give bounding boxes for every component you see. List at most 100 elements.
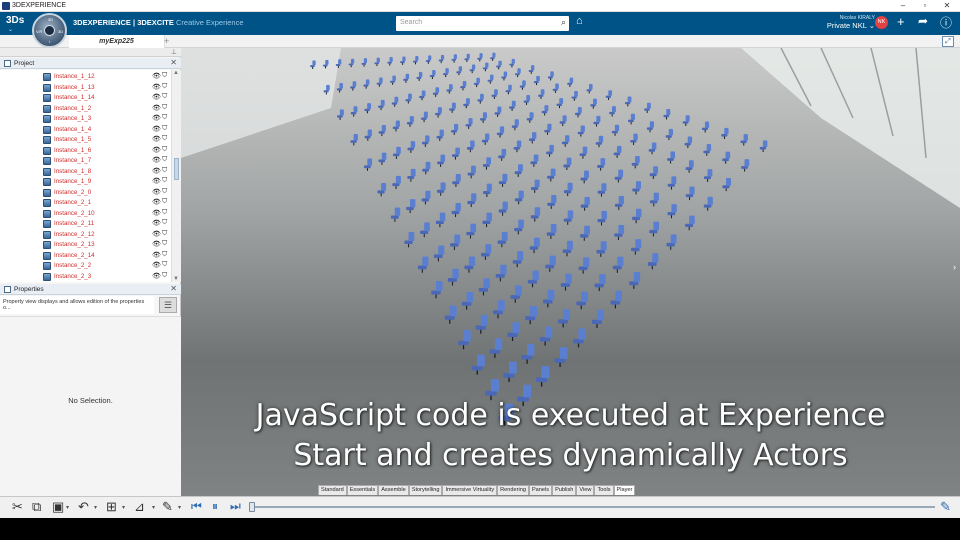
cart-icon[interactable]: ⛉ — [162, 198, 167, 206]
visibility-eye-icon[interactable]: 👁 — [152, 198, 161, 206]
tree-item[interactable]: Instance_1_7 👁 ⛉ — [0, 156, 171, 167]
tree-item[interactable]: Instance_1_9 👁 ⛉ — [0, 177, 171, 188]
close-icon[interactable]: ✕ — [170, 58, 177, 67]
tree-item[interactable]: Instance_2_12 👁 ⛉ — [0, 230, 171, 241]
cart-icon[interactable]: ⛉ — [162, 272, 167, 280]
workbench-tab[interactable]: Player — [613, 485, 636, 495]
cart-icon[interactable]: ⛉ — [162, 83, 167, 91]
tree-item[interactable]: Instance_2_11 👁 ⛉ — [0, 219, 171, 230]
properties-menu-icon[interactable]: ☰ — [159, 297, 177, 313]
user-menu[interactable]: Nicolas KIRALY Private NKL ⌄ — [810, 15, 875, 30]
visibility-eye-icon[interactable]: 👁 — [152, 93, 161, 101]
cart-icon[interactable]: ⛉ — [162, 135, 167, 143]
cart-icon[interactable]: ⛉ — [162, 146, 167, 154]
tree-item[interactable]: Instance_1_6 👁 ⛉ — [0, 146, 171, 157]
workbench-tab[interactable]: Tools — [594, 485, 614, 495]
workbench-tab[interactable]: Standard — [318, 485, 347, 495]
tree-item[interactable]: Instance_1_12 👁 ⛉ — [0, 72, 171, 83]
add-icon[interactable]: + — [897, 14, 905, 29]
tag-icon[interactable]: ⌂ — [576, 15, 583, 27]
cart-icon[interactable]: ⛉ — [162, 167, 167, 175]
tab-myexp[interactable]: myExp225 — [69, 35, 165, 48]
cart-icon[interactable]: ⛉ — [162, 209, 167, 217]
tree-item[interactable]: Instance_2_2 👁 ⛉ — [0, 261, 171, 272]
tree-scrollbar[interactable]: ▲ ▼ — [171, 70, 181, 282]
visibility-eye-icon[interactable]: 👁 — [152, 167, 161, 175]
avatar[interactable]: NK — [875, 16, 888, 29]
workbench-tab[interactable]: Essentials — [346, 485, 379, 495]
help-icon[interactable]: ⓘ — [940, 14, 952, 31]
visibility-eye-icon[interactable]: 👁 — [152, 114, 161, 122]
tree-item[interactable]: Instance_2_10 👁 ⛉ — [0, 209, 171, 220]
cart-icon[interactable]: ⛉ — [162, 104, 167, 112]
copy-icon[interactable]: ⧉ — [32, 499, 41, 515]
workbench-tab[interactable]: Rendering — [497, 485, 529, 495]
fast-forward-icon[interactable]: ⏭ — [230, 499, 241, 514]
maximize-button[interactable]: ▫ — [915, 0, 935, 12]
visibility-eye-icon[interactable]: 👁 — [152, 261, 161, 269]
pin-icon[interactable]: ⊥ — [171, 48, 177, 56]
timeline-slider[interactable] — [249, 502, 255, 512]
minimize-button[interactable]: – — [893, 0, 913, 12]
chevron-down-icon[interactable]: ▾ — [66, 504, 69, 511]
right-edge-arrow-icon[interactable]: › — [953, 262, 956, 272]
add-tab-icon[interactable]: + — [164, 36, 169, 46]
visibility-eye-icon[interactable]: 👁 — [152, 219, 161, 227]
rewind-icon[interactable]: ⏮ — [191, 499, 202, 514]
visibility-eye-icon[interactable]: 👁 — [152, 188, 161, 196]
workbench-tab[interactable]: Assemble — [378, 485, 409, 495]
compass-widget[interactable]: 3D V.R 3D i — [32, 13, 67, 48]
cart-icon[interactable]: ⛉ — [162, 230, 167, 238]
search-input[interactable]: Search ⌕ — [396, 16, 569, 31]
chevron-down-icon[interactable]: ▾ — [122, 504, 125, 511]
timeline-track[interactable] — [251, 506, 935, 508]
tree-item[interactable]: Instance_2_14 👁 ⛉ — [0, 251, 171, 262]
tree-item[interactable]: Instance_1_2 👁 ⛉ — [0, 104, 171, 115]
cart-icon[interactable]: ⛉ — [162, 72, 167, 80]
cart-icon[interactable]: ⛉ — [162, 177, 167, 185]
chevron-down-icon[interactable]: ▾ — [178, 504, 181, 511]
visibility-eye-icon[interactable]: 👁 — [152, 125, 161, 133]
visibility-eye-icon[interactable]: 👁 — [152, 177, 161, 185]
cart-icon[interactable]: ⛉ — [162, 251, 167, 259]
visibility-eye-icon[interactable]: 👁 — [152, 209, 161, 217]
visibility-eye-icon[interactable]: 👁 — [152, 251, 161, 259]
workbench-tab[interactable]: View — [576, 485, 595, 495]
pause-icon[interactable]: ⏸ — [212, 499, 218, 514]
workbench-tab[interactable]: Storytelling — [408, 485, 443, 495]
tree-item[interactable]: Instance_2_13 👁 ⛉ — [0, 240, 171, 251]
cut-icon[interactable]: ✂ — [12, 499, 23, 515]
paste-icon[interactable]: ▣ — [52, 499, 64, 515]
cart-icon[interactable]: ⛉ — [162, 114, 167, 122]
visibility-eye-icon[interactable]: 👁 — [152, 230, 161, 238]
undo-icon[interactable]: ↶ — [78, 499, 89, 515]
workbench-tab[interactable]: Publish — [552, 485, 577, 495]
close-icon[interactable]: ✕ — [170, 284, 177, 293]
visibility-eye-icon[interactable]: 👁 — [152, 83, 161, 91]
scroll-thumb[interactable] — [174, 158, 179, 180]
tree-item[interactable]: Instance_1_3 👁 ⛉ — [0, 114, 171, 125]
workbench-tab[interactable]: Immersive Virtuality — [442, 485, 498, 495]
tree-icon[interactable]: ⊞ — [106, 499, 117, 515]
close-window-button[interactable]: ✕ — [937, 0, 957, 12]
cart-icon[interactable]: ⛉ — [162, 240, 167, 248]
visibility-eye-icon[interactable]: 👁 — [152, 146, 161, 154]
search-icon[interactable]: ⌕ — [561, 17, 566, 28]
cart-icon[interactable]: ⛉ — [162, 93, 167, 101]
tool-icon[interactable]: ✎ — [162, 499, 173, 515]
cart-icon[interactable]: ⛉ — [162, 125, 167, 133]
compass-center-icon[interactable] — [44, 25, 55, 36]
cart-icon[interactable]: ⛉ — [162, 156, 167, 164]
measure-icon[interactable]: ⊿ — [134, 499, 145, 515]
cart-icon[interactable]: ⛉ — [162, 219, 167, 227]
visibility-eye-icon[interactable]: 👁 — [152, 240, 161, 248]
chevron-down-icon[interactable]: ⌄ — [8, 26, 13, 33]
tree-item[interactable]: Instance_1_13 👁 ⛉ — [0, 83, 171, 94]
share-icon[interactable]: ➦ — [918, 14, 928, 28]
scroll-down-icon[interactable]: ▼ — [173, 276, 179, 282]
ds-logo-icon[interactable]: 3Ds — [6, 15, 24, 26]
scroll-up-icon[interactable]: ▲ — [173, 70, 179, 76]
visibility-eye-icon[interactable]: 👁 — [152, 272, 161, 280]
edit-icon[interactable]: ✎ — [940, 499, 951, 515]
chevron-down-icon[interactable]: ▾ — [94, 504, 97, 511]
